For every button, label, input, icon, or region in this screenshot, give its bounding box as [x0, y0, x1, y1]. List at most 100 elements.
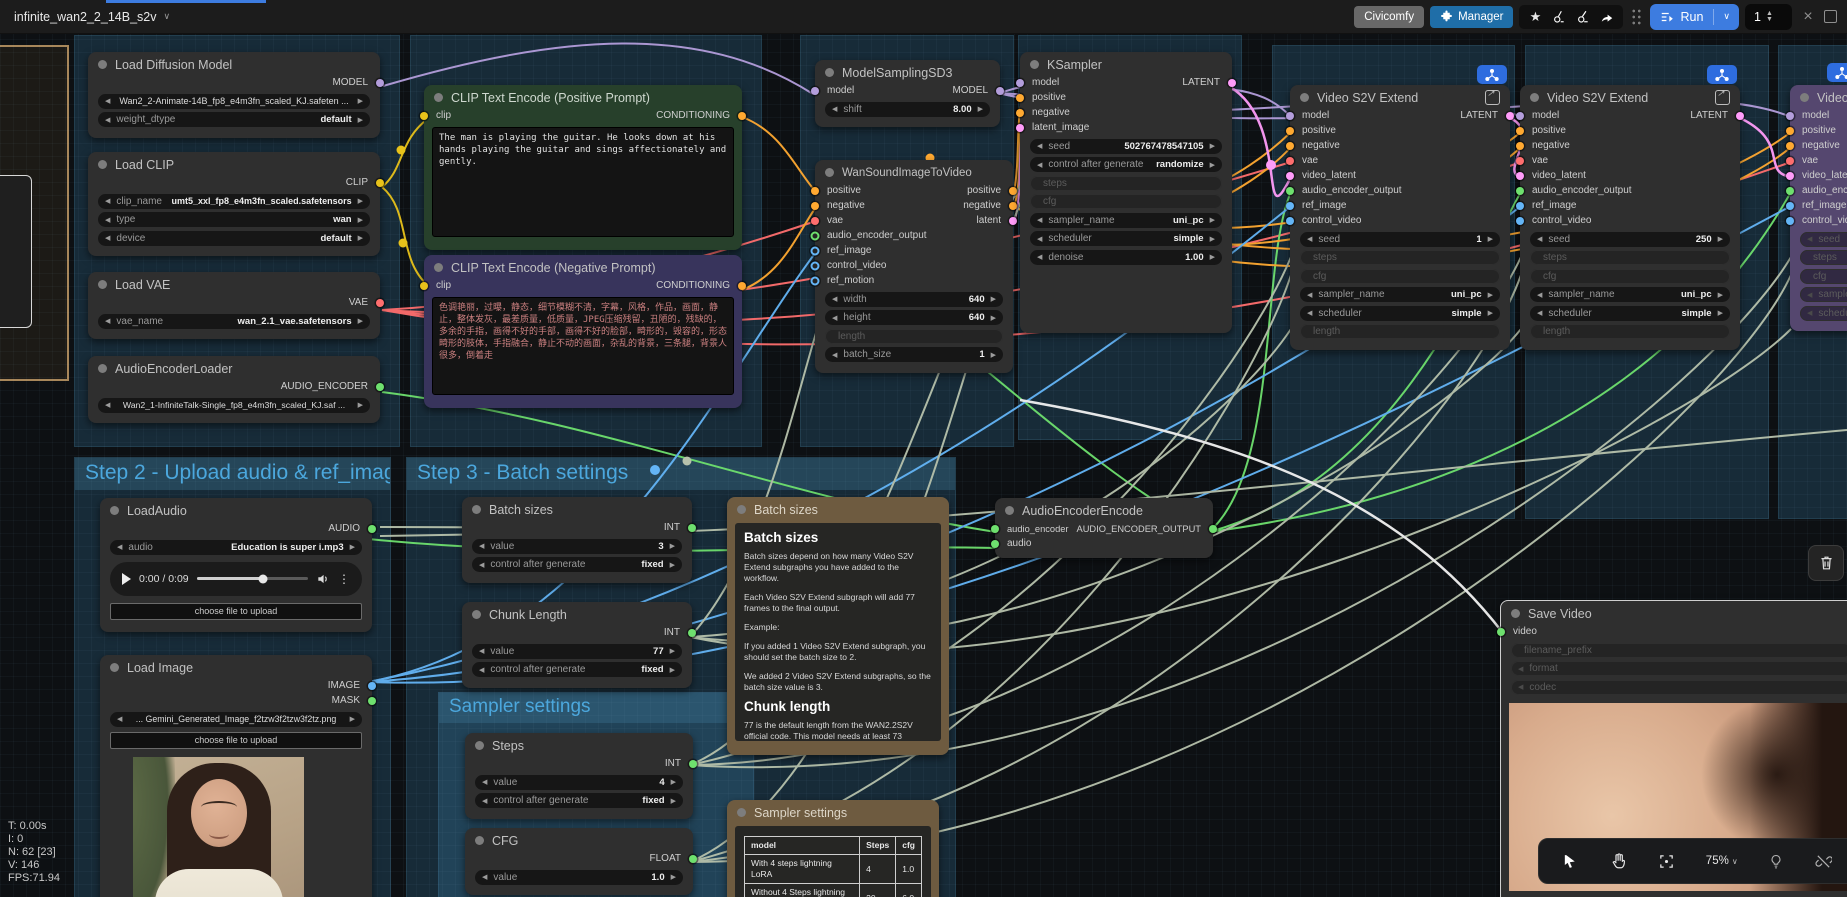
- port-row[interactable]: positive positive: [811, 183, 1017, 198]
- choose-file-button[interactable]: choose file to upload: [110, 731, 362, 749]
- output-audio-encoder[interactable]: AUDIO_ENCODER: [88, 379, 384, 394]
- collapse-dot[interactable]: [475, 836, 484, 845]
- widget-length-input[interactable]: length: [825, 328, 1003, 344]
- widget-length-input[interactable]: length: [1530, 324, 1730, 339]
- collapse-dot[interactable]: [825, 68, 834, 77]
- collapse-dot[interactable]: [110, 663, 119, 672]
- volume-icon[interactable]: [316, 572, 330, 586]
- widget-control-after-generate[interactable]: ◀ control after generate fixed ▶: [472, 557, 682, 572]
- widget-value[interactable]: ◀ value 1.0 ▶: [475, 869, 683, 885]
- collapse-dot[interactable]: [1030, 60, 1039, 69]
- node-load-diffusion-model[interactable]: Load Diffusion Model MODEL ◀ Wan2_2-Anima…: [88, 52, 384, 138]
- share-icon[interactable]: [1597, 10, 1617, 24]
- drag-handle[interactable]: [1631, 7, 1643, 26]
- widget-denoise[interactable]: ◀ denoise 1.00 ▶: [1030, 249, 1222, 265]
- input-audio-encoder-output[interactable]: audio_encoder_output: [1786, 183, 1847, 198]
- output-int[interactable]: INT: [465, 756, 697, 771]
- port-row[interactable]: vae latent: [811, 213, 1017, 228]
- positive-prompt-textarea[interactable]: The man is playing the guitar. He looks …: [432, 127, 734, 237]
- widget-value[interactable]: ◀ value 3 ▶: [472, 538, 682, 554]
- collapse-dot[interactable]: [1530, 93, 1539, 102]
- subgraph-badge-icon[interactable]: [1477, 65, 1507, 84]
- collapse-dot[interactable]: [110, 506, 119, 515]
- widget-unet-name[interactable]: ◀ Wan2_2-Animate-14B_fp8_e4m3fn_scaled_KJ…: [98, 93, 370, 109]
- node-clip-text-encode-positive[interactable]: CLIP Text Encode (Positive Prompt) clip C…: [420, 85, 746, 250]
- widget-scheduler[interactable]: ◀scheduler: [1800, 305, 1847, 321]
- output-model[interactable]: MODEL: [88, 75, 384, 90]
- collapse-dot[interactable]: [98, 160, 107, 169]
- collapse-dot[interactable]: [472, 610, 481, 619]
- widget-clip-name[interactable]: ◀ clip_name umt5_xxl_fp8_e4m3fn_scaled.saf…: [98, 193, 370, 209]
- subgraph-badge-icon[interactable]: [1707, 65, 1737, 84]
- audio-progress-bar[interactable]: [196, 574, 308, 583]
- input-negative[interactable]: negative: [1516, 138, 1740, 153]
- output-int[interactable]: INT: [462, 625, 696, 640]
- input-vae[interactable]: vae: [1786, 153, 1847, 168]
- input-positive[interactable]: positive: [1516, 123, 1740, 138]
- input-ref-image[interactable]: ref_image: [1516, 198, 1740, 213]
- node-clip-text-encode-negative[interactable]: CLIP Text Encode (Negative Prompt) clip C…: [420, 255, 746, 408]
- input-ref-image[interactable]: ref_image: [1786, 198, 1847, 213]
- toggle-minimap-button[interactable]: [1768, 853, 1784, 870]
- node-cfg[interactable]: CFG FLOAT ◀ value 1.0 ▶: [465, 828, 697, 895]
- port-row[interactable]: model LATENT: [1016, 75, 1236, 90]
- input-vae[interactable]: vae: [1516, 153, 1740, 168]
- run-button[interactable]: Run ∨: [1650, 3, 1739, 30]
- output-float[interactable]: FLOAT: [465, 851, 697, 866]
- node-wan-sound-image-to-video[interactable]: WanSoundImageToVideo positive positive ne…: [810, 160, 1017, 373]
- port-row[interactable]: model LATENT: [1516, 108, 1744, 123]
- input-control-video[interactable]: control_video: [1286, 213, 1510, 228]
- collapse-dot[interactable]: [98, 364, 107, 373]
- input-ref-image[interactable]: ref_image: [810, 243, 1013, 258]
- collapse-dot[interactable]: [737, 505, 746, 514]
- widget-audio-file[interactable]: ◀ audio Education is super i.mp3 ▶: [110, 539, 362, 555]
- output-clip[interactable]: CLIP: [88, 175, 384, 190]
- widget-type[interactable]: ◀ type wan ▶: [98, 212, 370, 227]
- widget-filename-prefix[interactable]: filename_prefix: [1511, 642, 1847, 658]
- output-int[interactable]: INT: [462, 520, 696, 535]
- batch-count-stepper[interactable]: 1 ▲ ▼: [1745, 3, 1792, 30]
- interrupt-button[interactable]: ×: [1798, 8, 1818, 26]
- star-icon[interactable]: ★: [1525, 9, 1545, 25]
- collapse-dot[interactable]: [1511, 609, 1520, 618]
- output-vae[interactable]: VAE: [88, 295, 384, 310]
- widget-cfg-input[interactable]: cfg: [1530, 268, 1730, 284]
- node-load-vae[interactable]: Load VAE VAE ◀ vae_name wan_2.1_vae.safete…: [88, 272, 384, 339]
- output-mask[interactable]: MASK: [100, 693, 376, 708]
- input-control-video[interactable]: control_video: [810, 258, 1013, 273]
- widget-seed[interactable]: ◀ seed: [1800, 231, 1847, 247]
- civicomfy-button[interactable]: Civicomfy: [1354, 5, 1425, 28]
- widget-audio-encoder-name[interactable]: ◀ Wan2_1-InfiniteTalk-Single_fp8_e4m3fn_s…: [98, 397, 370, 413]
- collapse-dot[interactable]: [98, 60, 107, 69]
- input-audio-encoder-output[interactable]: audio_encoder_output: [1286, 183, 1510, 198]
- widget-control-after-generate[interactable]: ◀ control after generate randomize ▶: [1030, 157, 1222, 172]
- widget-length-input[interactable]: length: [1300, 324, 1500, 339]
- input-ref-motion[interactable]: ref_motion: [810, 273, 1013, 288]
- widget-vae-name[interactable]: ◀ vae_name wan_2.1_vae.safetensors ▶: [98, 313, 370, 329]
- widget-cfg-input[interactable]: cfg: [1300, 268, 1500, 284]
- partial-note-node[interactable]: will folder: [0, 175, 32, 328]
- widget-scheduler[interactable]: ◀ scheduler simple ▶: [1530, 305, 1730, 321]
- input-audio-encoder-output[interactable]: audio_encoder_output: [810, 228, 1013, 243]
- node-chunk-length[interactable]: Chunk Length INT ◀ value 77 ▶ ◀ control afte…: [462, 602, 696, 688]
- collapse-dot[interactable]: [1800, 93, 1809, 102]
- input-control-video[interactable]: control_video: [1786, 213, 1847, 228]
- widget-sampler-name[interactable]: ◀ sampler_name uni_pc ▶: [1530, 287, 1730, 302]
- widget-steps-input[interactable]: steps: [1800, 250, 1847, 265]
- open-subgraph-icon[interactable]: [1485, 88, 1500, 105]
- collapse-dot[interactable]: [472, 505, 481, 514]
- input-positive[interactable]: positive: [1016, 90, 1232, 105]
- widget-scheduler[interactable]: ◀ scheduler simple ▶: [1300, 305, 1500, 321]
- vacuum-icon-1[interactable]: [1549, 9, 1569, 24]
- input-video-latent[interactable]: video_latent: [1786, 168, 1847, 183]
- input-positive[interactable]: positive: [1286, 123, 1510, 138]
- zoom-level-dropdown[interactable]: 75% ∨: [1706, 855, 1738, 867]
- collapse-dot[interactable]: [825, 168, 834, 177]
- input-audio-encoder-output[interactable]: audio_encoder_output: [1516, 183, 1740, 198]
- collapse-dot[interactable]: [1005, 506, 1014, 515]
- port-row[interactable]: audio_encoder AUDIO_ENCODER_OUTPUT: [991, 521, 1217, 536]
- subgraph-badge-icon[interactable]: [1827, 63, 1847, 82]
- node-load-audio[interactable]: LoadAudio AUDIO ◀ audio Education is super…: [100, 498, 376, 632]
- clear-queue-button[interactable]: [1824, 10, 1837, 23]
- node-model-sampling-sd3[interactable]: ModelSamplingSD3 model MODEL ◀ shift 8.00 ▶: [811, 60, 1004, 127]
